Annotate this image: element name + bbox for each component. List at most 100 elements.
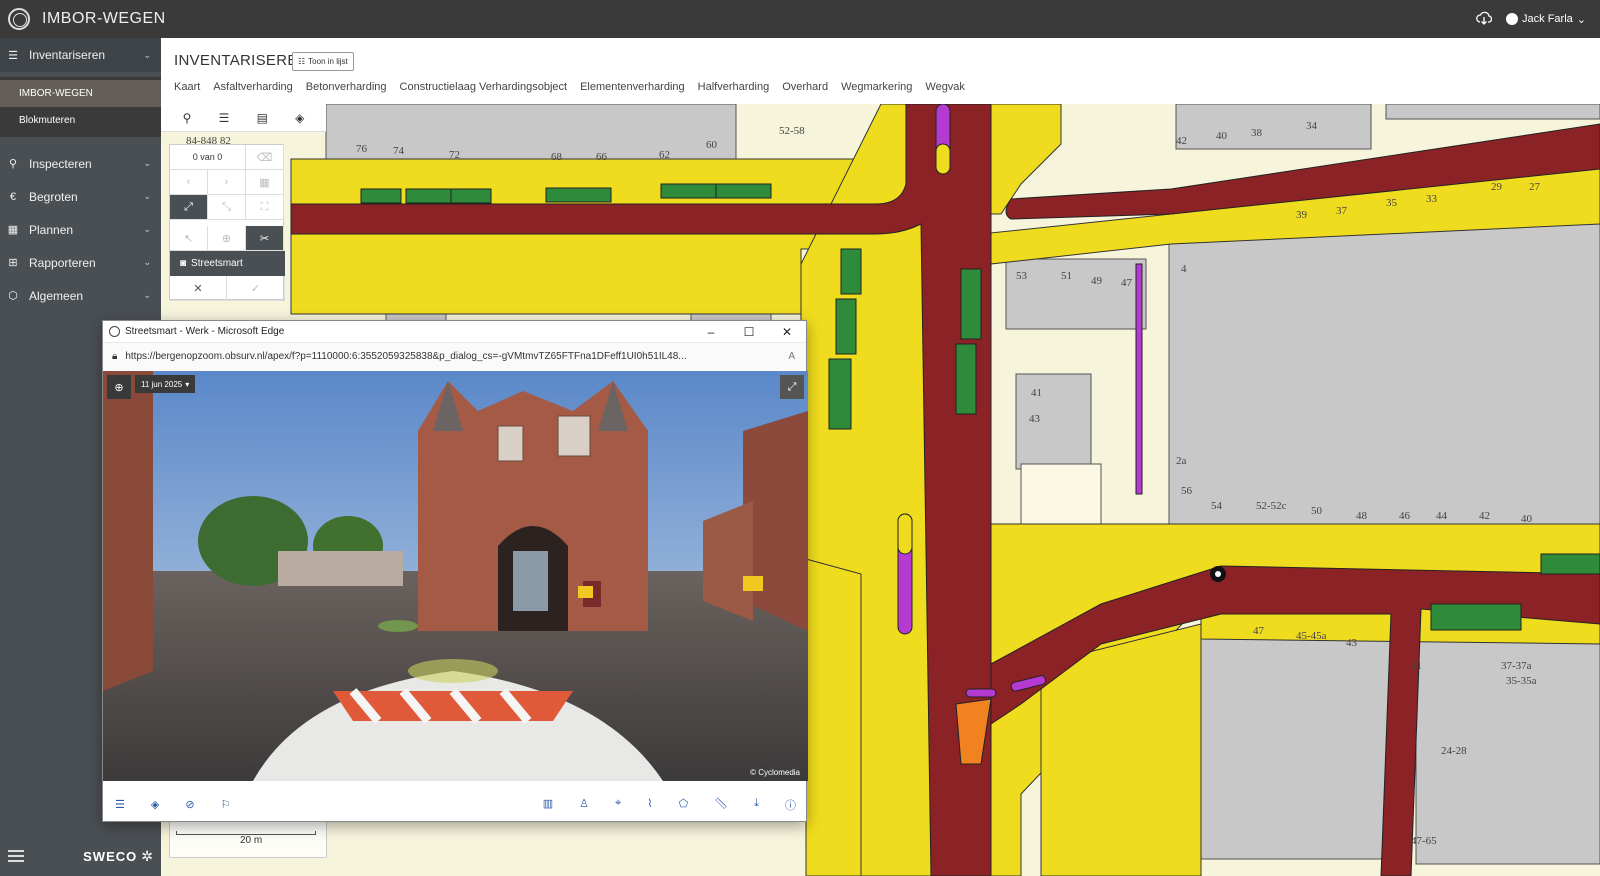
date-selector[interactable]: 11 jun 2025 ▾ [135, 375, 196, 393]
lock-icon: 🔒︎ [112, 351, 118, 362]
polyline-icon[interactable]: ⌇ [647, 797, 652, 813]
sidebar-item-algemeen[interactable]: ⬡ Algemeen ⌄ [0, 279, 161, 312]
house-number-label: 62 [659, 149, 670, 161]
sidebar-subitem-imbor-wegen[interactable]: IMBOR-WEGEN [0, 80, 161, 107]
house-number-label: 33 [1426, 193, 1438, 205]
point-measure-icon[interactable]: ⌖ [615, 797, 621, 813]
expand-icon[interactable]: ⤢ [170, 195, 208, 220]
house-number-label: 37-37a [1501, 660, 1532, 672]
list-view-icon[interactable]: ☰ [219, 111, 230, 125]
layers-icon[interactable]: ◈ [151, 798, 159, 811]
maximize-icon[interactable]: ☐ [730, 325, 768, 339]
selection-counter: 0 van 0 [170, 145, 246, 170]
tab-wegvak[interactable]: Wegvak [925, 81, 965, 93]
app-logo-icon [8, 8, 30, 30]
tab-asfaltverharding[interactable]: Asfaltverharding [213, 81, 293, 93]
tab-kaart[interactable]: Kaart [174, 81, 200, 93]
chevron-right-icon[interactable]: › [208, 170, 246, 195]
house-number-label: 27 [1529, 181, 1541, 193]
user-name: Jack Farla [1522, 13, 1573, 25]
sidebar-subnav: IMBOR-WEGEN Blokmuteren [0, 77, 161, 137]
house-number-label: 53 [1016, 270, 1028, 282]
date-label: 11 jun 2025 [141, 379, 183, 389]
house-number-label: 76 [356, 143, 368, 155]
tab-betonverharding[interactable]: Betonverharding [306, 81, 387, 93]
close-icon[interactable]: ✕ [170, 276, 227, 301]
measure-height-icon[interactable]: ▥ [543, 797, 553, 813]
map-toolbar: ⚲ ☰ ▤ ◈ [161, 104, 326, 132]
house-number-label: 2a [1176, 455, 1187, 467]
download-icon[interactable]: ⤓ [754, 797, 759, 813]
user-icon [1506, 13, 1519, 25]
house-number-label: 66 [596, 151, 608, 163]
hide-icon[interactable]: ⊘ [185, 798, 194, 811]
chevron-down-icon: ⌄ [143, 191, 151, 201]
fullscreen-icon[interactable]: ⤢ [780, 375, 804, 399]
crosshair-icon[interactable]: ⊕ [208, 226, 246, 251]
scale-label: 20 m [240, 835, 263, 846]
tab-overhard[interactable]: Overhard [782, 81, 828, 93]
read-aloud-icon[interactable]: A [788, 351, 795, 362]
chevron-down-icon: ⌄ [1576, 13, 1586, 26]
yellow-marking [897, 513, 913, 555]
scissors-icon[interactable]: ✂ [246, 226, 284, 251]
house-number-label: 47-65 [1411, 835, 1437, 847]
minimize-icon[interactable]: – [692, 325, 730, 339]
house-number-label: 24-28 [1441, 745, 1467, 757]
tab-constructielaag[interactable]: Constructielaag Verhardingsobject [400, 81, 568, 93]
page-title: INVENTARISEREN [174, 52, 309, 69]
sidebar-item-plannen[interactable]: ▦ Plannen ⌄ [0, 213, 161, 246]
sidebar-item-label: Inventariseren [29, 48, 106, 62]
chevron-down-icon: ⌄ [143, 290, 151, 300]
house-number-label: 50 [1311, 505, 1323, 517]
chevron-down-icon: ⌄ [143, 224, 151, 234]
close-icon[interactable]: ✕ [768, 325, 806, 339]
sidebar-item-begroten[interactable]: € Begroten ⌄ [0, 180, 161, 213]
chevron-down-icon: ▾ [185, 379, 190, 389]
polygon-icon[interactable]: ⬠ [679, 797, 689, 813]
toon-in-lijst-button[interactable]: ☷ Toon in lijst [292, 52, 354, 71]
house-number-label: 43 [1029, 413, 1041, 425]
tab-elementenverharding[interactable]: Elementenverharding [580, 81, 685, 93]
house-number-label: 34 [1306, 120, 1318, 132]
fit-extent-icon[interactable]: ⛶ [246, 195, 284, 220]
chevron-left-icon[interactable]: ‹ [170, 170, 208, 195]
sidebar-item-label: Inspecteren [29, 156, 92, 171]
house-number-label: 35 [1386, 197, 1398, 209]
zoom-icon: ⚲ [8, 158, 18, 170]
search-icon[interactable]: ⚲ [183, 111, 192, 125]
legend-icon[interactable]: ▤ [257, 111, 268, 125]
table-icon[interactable]: ▦ [246, 170, 284, 195]
sidebar-subitem-blokmuteren[interactable]: Blokmuteren [0, 107, 161, 134]
house-number-label: 38 [1251, 127, 1263, 139]
marker-icon[interactable]: ⚐ [221, 798, 231, 811]
sidebar-item-label: Rapporteren [29, 255, 96, 270]
info-icon[interactable]: ⓘ [785, 797, 796, 813]
house-number-label: 47 [1253, 625, 1265, 637]
zoom-in-icon[interactable]: ⊕ [107, 375, 131, 399]
sidebar-item-inspecteren[interactable]: ⚲ Inspecteren ⌄ [0, 147, 161, 180]
ruler-icon[interactable]: 📏︎ [714, 797, 728, 813]
tab-wegmarkering[interactable]: Wegmarkering [841, 81, 912, 93]
menu-toggle-icon[interactable] [8, 850, 24, 862]
streetsmart-panorama[interactable]: ⊕ 11 jun 2025 ▾ ⤢ © Cyclomedia [103, 371, 808, 781]
check-icon[interactable]: ✓ [227, 276, 285, 301]
sweco-star-icon: ✲ [141, 847, 153, 864]
layers-icon[interactable]: ◈ [295, 111, 304, 125]
person-height-icon[interactable]: ♙ [579, 797, 589, 813]
shrink-icon[interactable]: ⤡ [208, 195, 246, 220]
tab-halfverharding[interactable]: Halfverharding [698, 81, 770, 93]
cloud-download-icon[interactable] [1476, 11, 1493, 28]
address-bar[interactable]: 🔒︎ https://bergenopzoom.obsurv.nl/apex/f… [103, 343, 806, 370]
pointer-icon[interactable]: ↖ [170, 226, 208, 251]
eraser-icon[interactable]: ⌫ [246, 145, 284, 170]
sidebar-item-inventariseren[interactable]: ☰ Inventariseren ⌄ [0, 38, 161, 72]
menu-icon[interactable]: ☰ [115, 798, 125, 811]
cube-icon: ⬡ [8, 290, 18, 302]
house-number-label: 74 [393, 145, 405, 157]
streetsmart-button[interactable]: ◙ Streetsmart [170, 251, 285, 276]
panorama-image [103, 371, 808, 781]
sidebar-item-rapporteren[interactable]: ⊞ Rapporteren ⌄ [0, 246, 161, 279]
toon-in-lijst-label: Toon in lijst [308, 57, 348, 66]
user-menu[interactable]: Jack Farla ⌄ [1506, 13, 1586, 26]
